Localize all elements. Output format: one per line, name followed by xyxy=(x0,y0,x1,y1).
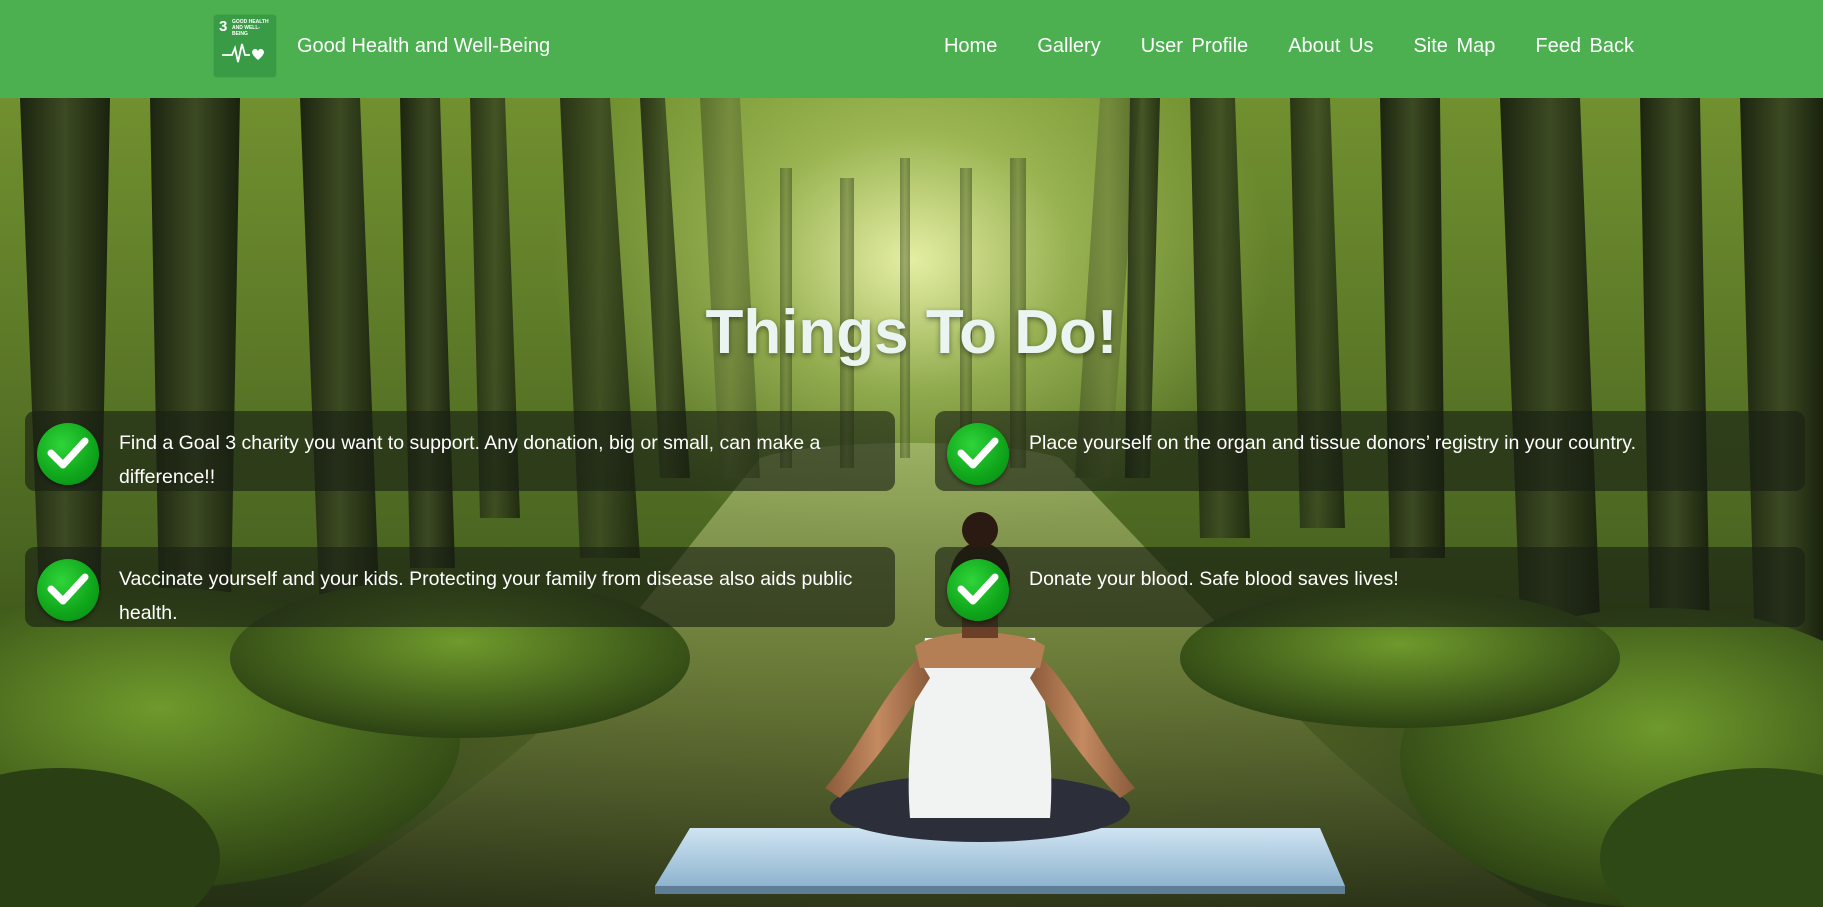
hero-section: Things To Do! Find a Goal 3 charity you … xyxy=(0,98,1823,907)
nav-home[interactable]: Home xyxy=(944,35,997,58)
forest-river-meditation-photo xyxy=(0,98,1823,907)
todo-text: Donate your blood. Safe blood saves live… xyxy=(1029,568,1399,590)
todo-text: Vaccinate yourself and your kids. Protec… xyxy=(119,568,853,624)
todo-card-vaccinate: Vaccinate yourself and your kids. Protec… xyxy=(25,547,895,627)
checkmark-icon xyxy=(37,559,99,621)
todo-card-charity: Find a Goal 3 charity you want to suppor… xyxy=(25,411,895,491)
checkmark-icon xyxy=(947,423,1009,485)
main-nav: Home Gallery User Profile About Us Site … xyxy=(944,35,1634,58)
todo-text: Place yourself on the organ and tissue d… xyxy=(1029,432,1636,454)
site-title[interactable]: Good Health and Well-Being xyxy=(297,35,550,58)
nav-gallery[interactable]: Gallery xyxy=(1037,35,1100,58)
heartbeat-heart-icon xyxy=(222,43,264,63)
logo-number: 3 xyxy=(219,18,228,35)
logo-text: GOOD HEALTH AND WELL-BEING xyxy=(232,19,269,37)
top-navbar: 3 GOOD HEALTH AND WELL-BEING Good Health… xyxy=(0,0,1823,98)
sdg3-logo[interactable]: 3 GOOD HEALTH AND WELL-BEING xyxy=(214,15,276,77)
page-heading: Things To Do! xyxy=(705,298,1118,367)
nav-site-map[interactable]: Site Map xyxy=(1413,35,1495,58)
todo-text: Find a Goal 3 charity you want to suppor… xyxy=(119,432,821,488)
checkmark-icon xyxy=(947,559,1009,621)
checkmark-icon xyxy=(37,423,99,485)
nav-user-profile[interactable]: User Profile xyxy=(1141,35,1248,58)
todo-card-donate-blood: Donate your blood. Safe blood saves live… xyxy=(935,547,1805,627)
nav-feed-back[interactable]: Feed Back xyxy=(1535,35,1634,58)
nav-about-us[interactable]: About Us xyxy=(1288,35,1373,58)
todo-card-organ-donor: Place yourself on the organ and tissue d… xyxy=(935,411,1805,491)
